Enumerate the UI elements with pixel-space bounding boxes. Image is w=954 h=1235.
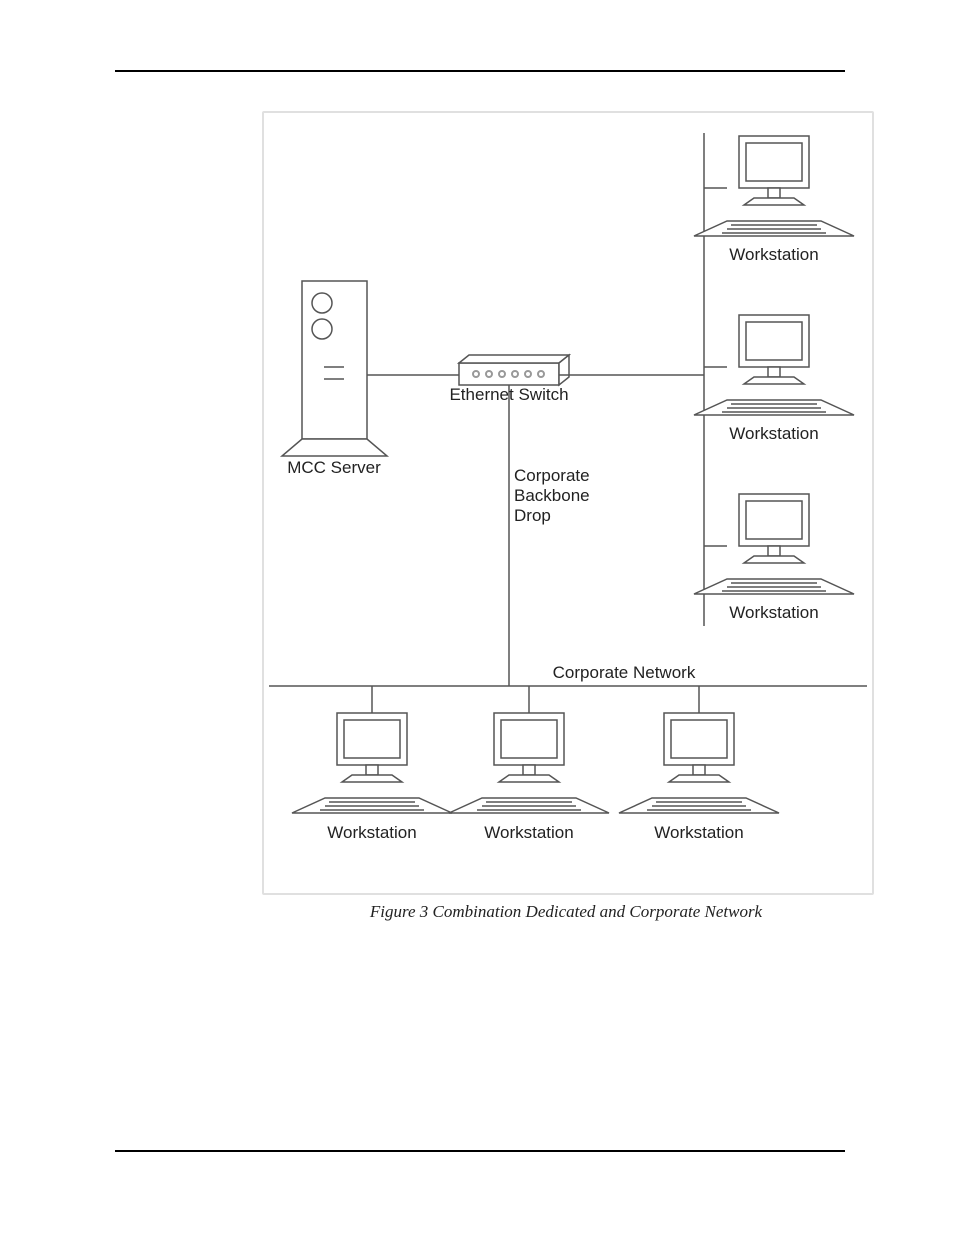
label-mcc-server: MCC Server	[274, 458, 394, 478]
bottom-rule	[115, 1150, 845, 1152]
label-workstation-3: Workstation	[714, 603, 834, 623]
label-workstation-6: Workstation	[639, 823, 759, 843]
label-ethernet-switch: Ethernet Switch	[439, 385, 579, 405]
label-workstation-4: Workstation	[312, 823, 432, 843]
page: MCC Server Ethernet Switch Corporate Bac…	[0, 0, 954, 1235]
label-corporate-network: Corporate Network	[524, 663, 724, 683]
figure-frame: MCC Server Ethernet Switch Corporate Bac…	[262, 111, 874, 895]
label-workstation-5: Workstation	[469, 823, 589, 843]
figure-caption: Figure 3 Combination Dedicated and Corpo…	[262, 902, 870, 922]
label-workstation-1: Workstation	[714, 245, 834, 265]
label-backbone-drop: Corporate Backbone Drop	[514, 466, 634, 526]
top-rule	[115, 70, 845, 72]
label-workstation-2: Workstation	[714, 424, 834, 444]
